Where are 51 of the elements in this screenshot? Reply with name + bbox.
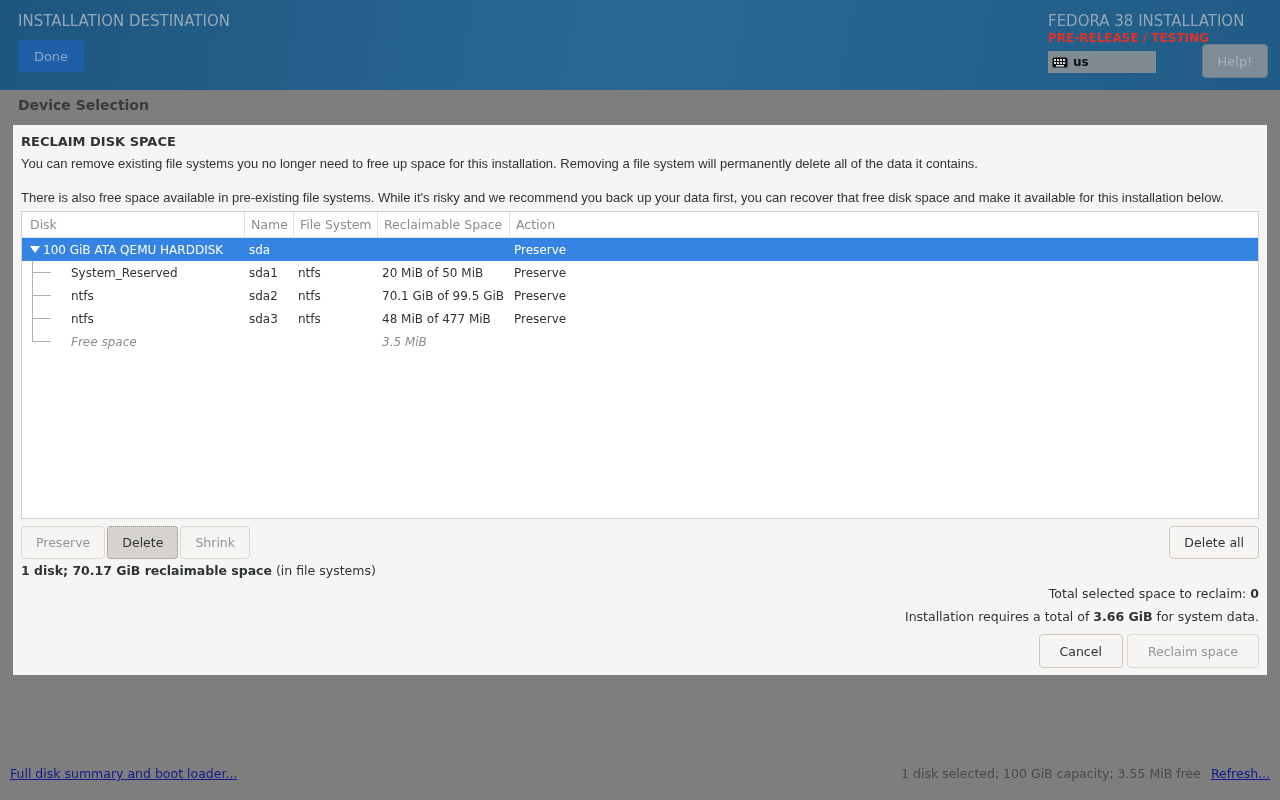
name-column-header[interactable]: Name	[245, 212, 294, 237]
file-system-column-header[interactable]: File System	[294, 212, 378, 237]
reclaimable-summary: 1 disk; 70.17 GiB reclaimable space (in file systems)	[21, 563, 377, 578]
table-row[interactable]: ntfs sda3 ntfs 48 MiB of 477 MiB Preserve	[22, 307, 1258, 330]
name-cell: sda2	[249, 288, 278, 303]
dialog-title: RECLAIM DISK SPACE	[21, 134, 177, 149]
action-button[interactable]: Delete	[107, 526, 179, 559]
reclaimable-column-header[interactable]: Reclaimable Space	[378, 212, 510, 237]
disk-label: System_Reserved	[71, 265, 178, 280]
reclaimable-cell: 20 MiB of 50 MiB	[382, 265, 484, 280]
reclaimable-cell: 3.5 MiB	[382, 334, 427, 349]
action-cell: Preserve	[514, 311, 567, 326]
reclaimable-cell: 70.1 GiB of 99.5 GiB	[382, 288, 504, 303]
action-cell: Preserve	[514, 288, 567, 303]
refresh-link[interactable]: Refresh...	[1210, 766, 1270, 781]
prerelease-label: PRE-RELEASE / TESTING	[1048, 31, 1210, 45]
name-cell: sda3	[249, 311, 278, 326]
tree-line	[32, 284, 50, 307]
action-column-header[interactable]: Action	[510, 212, 1258, 237]
keyboard-layout-field[interactable]: us	[1048, 51, 1156, 73]
table-row[interactable]: 100 GiB ATA QEMU HARDDISK sda Preserve	[22, 238, 1258, 261]
disk-label: ntfs	[71, 311, 94, 326]
disk-summary-link[interactable]: Full disk summary and boot loader...	[10, 766, 238, 781]
product-title: FEDORA 38 INSTALLATION	[1048, 12, 1246, 30]
section-title: Device Selection	[17, 96, 150, 115]
tree-line	[32, 261, 50, 284]
reclaimable-cell: 48 MiB of 477 MiB	[382, 311, 491, 326]
page-title: INSTALLATION DESTINATION	[18, 12, 231, 30]
disk-label: ntfs	[71, 288, 94, 303]
expander-arrow-icon[interactable]	[30, 246, 40, 253]
total-selected-text: Total selected space to reclaim: 0	[1047, 586, 1259, 601]
file-system-cell: ntfs	[298, 311, 321, 326]
cancel-button[interactable]: Cancel	[1038, 634, 1123, 668]
keyboard-icon	[1052, 56, 1068, 68]
file-system-cell: ntfs	[298, 288, 321, 303]
done-button[interactable]: Done	[18, 40, 84, 72]
delete-all-button[interactable]: Delete all	[1169, 526, 1259, 559]
action-cell: Preserve	[514, 242, 567, 257]
table-row[interactable]: System_Reserved sda1 ntfs 20 MiB of 50 MiB Preserve	[22, 261, 1258, 284]
disk-column-header[interactable]: Disk	[22, 212, 245, 237]
table-row[interactable]: ntfs sda2 ntfs 70.1 GiB of 99.5 GiB Preserve	[22, 284, 1258, 307]
file-system-cell: ntfs	[298, 265, 321, 280]
note-text: There is also free space available in pre-existing file systems. While it's risky and we recommend you back up your data first, you can recover that free disk space and make it available for this installation below.	[21, 189, 1225, 206]
name-cell: sda	[249, 242, 271, 257]
table-row[interactable]: Free space 3.5 MiB	[22, 330, 1258, 353]
intro-text: You can remove existing file systems you no longer need to free up space for this installation. Removing a file system will permanently delete all of the data it contains.	[21, 155, 979, 172]
requirement-text: Installation requires a total of 3.66 GiB for system data.	[903, 609, 1259, 624]
disk-label: 100 GiB ATA QEMU HARDDISK	[43, 242, 224, 257]
action-cell: Preserve	[514, 265, 567, 280]
name-cell: sda1	[249, 265, 278, 280]
free-space-label: Free space	[71, 334, 137, 349]
